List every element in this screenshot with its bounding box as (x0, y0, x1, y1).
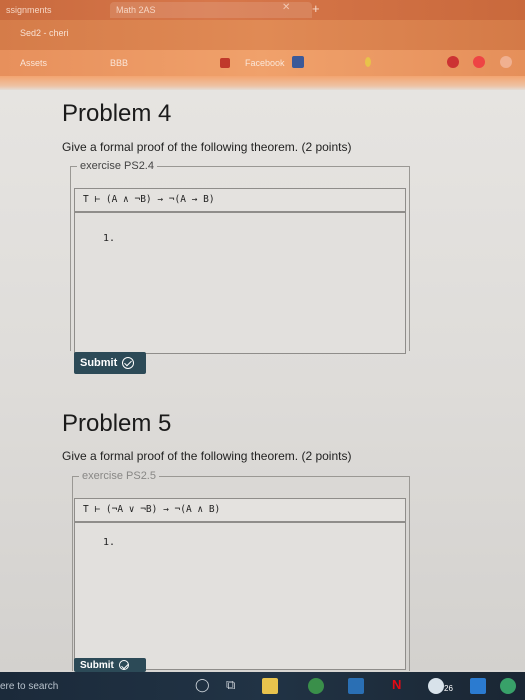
bookmark-item[interactable]: Facebook (245, 58, 285, 68)
proof-editor[interactable]: 1. (74, 522, 406, 670)
bookmark-item[interactable]: BBB (110, 58, 128, 68)
problem-title: Problem 4 (62, 100, 172, 127)
submit-button[interactable]: Submit (74, 352, 146, 374)
problem-title: Problem 5 (62, 410, 172, 437)
store-icon[interactable] (348, 678, 364, 694)
bookmark-icon[interactable] (220, 58, 230, 68)
cortana-icon[interactable]: ◯ (195, 677, 210, 693)
proof-line-number: 1. (103, 537, 116, 548)
bookmark-item[interactable]: Assets (20, 58, 47, 68)
photos-icon[interactable] (428, 678, 444, 694)
theorem-statement: T ⊢ (A ∧ ¬B) → ¬(A → B) (74, 188, 406, 212)
theorem-statement: T ⊢ (¬A ∨ ¬B) → ¬(A ∧ B) (74, 498, 406, 522)
submit-label: Submit (80, 357, 118, 369)
submit-button[interactable]: Submit (74, 658, 146, 672)
mail-icon[interactable] (470, 678, 486, 694)
task-view-icon[interactable]: ⧉ (226, 677, 235, 693)
problem-description: Give a formal proof of the following the… (62, 140, 352, 154)
chrome-icon[interactable] (308, 678, 324, 694)
new-tab-icon[interactable]: + (312, 1, 320, 16)
check-circle-icon (122, 357, 135, 369)
proof-editor[interactable]: 1. (74, 212, 406, 354)
file-explorer-icon[interactable] (262, 678, 278, 694)
browser-tab-bar: ssignments Math 2AS ✕ + (0, 0, 525, 20)
extension-icon[interactable] (473, 56, 485, 68)
problem-description: Give a formal proof of the following the… (62, 449, 352, 463)
windows-taskbar: ere to search ◯ ⧉ N 26 (0, 672, 525, 700)
exercise-label: exercise PS2.5 (82, 470, 156, 482)
download-icon[interactable] (365, 57, 371, 67)
address-bar[interactable]: Sed2 - cheri (0, 20, 525, 50)
facebook-icon[interactable] (292, 56, 304, 68)
menu-icon[interactable] (500, 56, 512, 68)
extension-icon[interactable] (447, 56, 459, 68)
proof-line-number: 1. (103, 233, 116, 244)
submit-label: Submit (80, 659, 114, 671)
browser-tab[interactable]: ssignments (0, 2, 107, 18)
netflix-icon[interactable]: N (392, 677, 401, 692)
page-top-edge (0, 76, 525, 90)
page-content: Problem 4 Give a formal proof of the fol… (0, 90, 525, 672)
address-text[interactable]: Sed2 - cheri (20, 28, 69, 38)
exercise-label: exercise PS2.4 (80, 160, 154, 172)
check-circle-icon (118, 660, 129, 670)
bookmarks-bar: Assets BBB Facebook (0, 50, 525, 76)
notification-badge: 26 (444, 684, 453, 693)
close-tab-icon[interactable]: ✕ (282, 2, 290, 13)
edge-icon[interactable] (500, 678, 516, 694)
taskbar-search[interactable]: ere to search (0, 681, 58, 692)
